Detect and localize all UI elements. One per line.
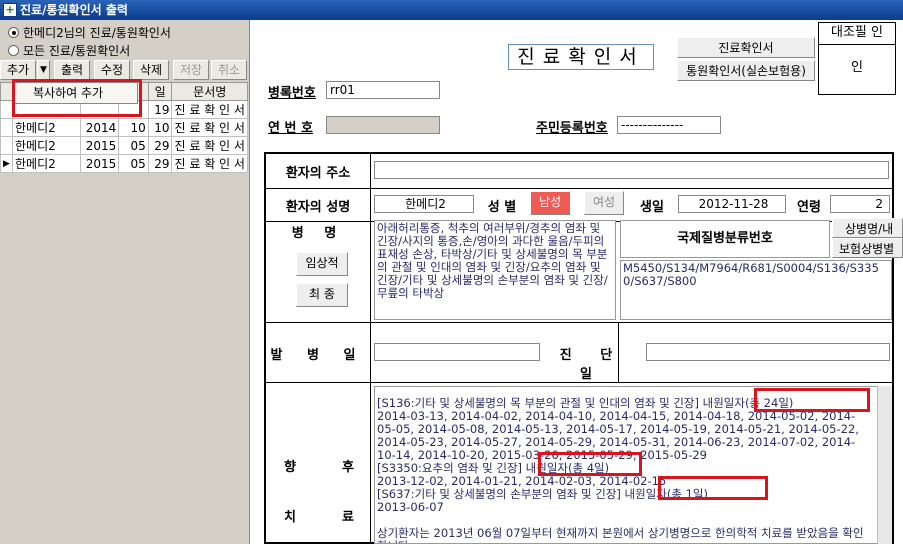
cell-month: 10 [118,118,149,137]
radio-dot-selected[interactable] [8,27,19,38]
rrn-input[interactable]: ------–------- [617,116,721,134]
cell-day: 29 [147,154,173,173]
icd-label: 국제질병분류번호 [620,220,830,258]
future-label-part3: 치 [284,510,296,525]
seal-header: 대조필 인 [819,23,895,45]
future-label-part2: 후 [342,460,354,475]
grid-header-indicator [0,82,13,101]
highlight-box-4days [538,452,642,476]
radio-patient-docs[interactable]: 한메디2님의 진료/통원확인서 [8,24,171,41]
table-row-current[interactable]: ▶ 한메디2 2015 05 29 진 료 확 인 서 [0,154,248,173]
cell-year: 2014 [80,118,120,137]
add-dropdown-arrow-icon[interactable]: ▼ [37,60,50,80]
print-button[interactable]: 출력 [54,60,90,80]
cell-month: 05 [118,154,149,173]
address-input[interactable] [374,161,889,179]
serial-number-label: 연 번 호 [268,121,313,136]
cell-doc: 진 료 확 인 서 [171,154,248,173]
grid-header-doc[interactable]: 문서명 [171,82,248,101]
cell-name: 한메디2 [11,136,82,155]
cell-doc: 진 료 확 인 서 [171,136,248,155]
divider [266,382,892,383]
highlight-box-menu [12,79,142,117]
rrn-label: 주민등록번호 [536,121,608,136]
female-button[interactable]: 여성 [584,191,624,215]
cell-year: 2015 [80,154,120,173]
cell-day: 19 [147,100,173,119]
patient-name-label: 환자의 성명 [285,200,351,215]
icd-text[interactable]: M5450/S134/M7964/R681/S0004/S136/S3350/S… [620,260,892,320]
diagnosis-date-label: 진 단 일 [559,348,625,382]
current-row-arrow-icon: ▶ [0,154,13,173]
delete-button[interactable]: 삭제 [133,60,169,80]
cell-year: 2015 [80,136,120,155]
seal-body: 인 [851,60,863,75]
future-text-scrollbar[interactable] [877,386,892,544]
radio-all-docs[interactable]: 모든 진료/통원확인서 [8,42,130,59]
age-label: 연령 [797,200,821,215]
cell-day: 10 [147,118,173,137]
cell-name: 한메디2 [11,154,82,173]
cell-name: 한메디2 [11,118,82,137]
cell-doc: 진 료 확 인 서 [171,118,248,137]
highlight-box-24days [754,388,870,412]
address-label: 환자의 주소 [285,166,351,181]
record-number-label: 병록번호 [268,86,316,101]
serial-number-input[interactable] [326,116,440,134]
future-label-part1: 향 [284,460,296,475]
male-button[interactable]: 남성 [530,191,570,215]
radio-all-docs-label: 모든 진료/통원확인서 [23,44,131,58]
divider [370,154,371,542]
document-title: 진료확인서 [508,44,654,70]
clinical-button[interactable]: 임상적 [296,252,348,276]
window-title: 진료/통원확인서 출력 [20,3,128,17]
birth-input[interactable]: 2012-11-28 [678,195,786,213]
final-button[interactable]: 최 종 [296,283,348,307]
radio-patient-docs-label: 한메디2님의 진료/통원확인서 [23,26,171,40]
disease-label: 병 명 [291,226,345,241]
cell-day: 29 [147,136,173,155]
patient-name-input[interactable]: 한메디2 [374,195,474,213]
row-indicator [0,136,13,155]
cell-doc: 진 료 확 인 서 [171,100,248,119]
age-input[interactable]: 2 [830,195,890,213]
cancel-button[interactable]: 취소 [211,60,247,80]
window-title-bar: + 진료/통원확인서 출력 [0,0,903,20]
future-label-part4: 료 [342,510,354,525]
record-number-input[interactable]: rr01 [326,81,440,99]
add-button[interactable]: 추가 [0,60,36,80]
onset-date-label: 발 병 일 [270,348,366,363]
divider [266,188,892,189]
grid-header-day[interactable]: 일 [147,82,173,101]
diagnosis-date-input[interactable] [646,343,890,361]
table-row[interactable]: 한메디2 2015 05 29 진 료 확 인 서 [0,136,248,155]
app-icon: + [3,3,17,17]
row-indicator [0,100,13,119]
radio-dot[interactable] [8,45,19,56]
disease-text[interactable]: 아래허리통증, 척추의 여러부위/경추의 염좌 및 긴장/사지의 통증,손/영아… [374,220,616,320]
birth-label: 생일 [640,200,664,215]
row-indicator [0,118,13,137]
onset-date-input[interactable] [374,343,540,361]
divider [266,322,892,323]
confirm-doc-button[interactable]: 진료확인서 [677,37,815,58]
visit-doc-button[interactable]: 통원확인서(실손보험용) [677,60,815,81]
edit-button[interactable]: 수정 [94,60,130,80]
cell-month: 05 [118,136,149,155]
sex-label: 성 별 [487,200,517,215]
highlight-box-1day [658,476,768,500]
seal-box: 대조필 인 인 [818,22,896,95]
disease-name-button[interactable]: 상병명/내 [832,218,903,238]
insurance-disease-button[interactable]: 보험상병별 [832,238,903,258]
table-row[interactable]: 한메디2 2014 10 10 진 료 확 인 서 [0,118,248,137]
save-button[interactable]: 저장 [173,60,209,80]
